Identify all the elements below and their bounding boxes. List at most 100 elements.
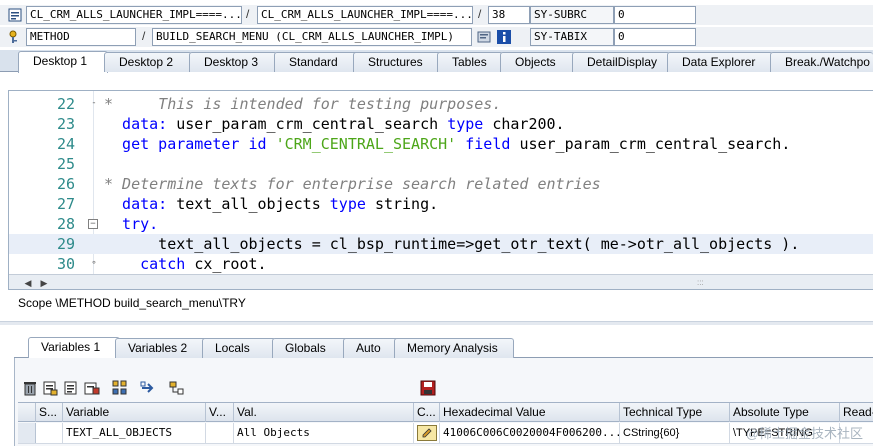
event-type-field[interactable]: METHOD — [26, 28, 136, 46]
tab-variables-2[interactable]: Variables 2 — [115, 338, 207, 358]
code-token: * This is intended for testing purposes. — [104, 95, 502, 113]
info-row-event: METHOD / BUILD_SEARCH_MENU (CL_CRM_ALLS_… — [0, 27, 873, 47]
tab-auto[interactable]: Auto — [343, 338, 399, 358]
code-line[interactable]: 30 ∘ catch cx_root. — [9, 254, 873, 274]
row-selector[interactable] — [18, 423, 36, 443]
table-row[interactable]: TEXT_ALL_OBJECTS All Objects 41006C006C0… — [18, 423, 873, 444]
code-line[interactable]: 29 text_all_objects = cl_bsp_runtime=>ge… — [9, 234, 873, 254]
header-value-change[interactable]: V... — [206, 403, 234, 422]
code-line[interactable]: 26 * Determine texts for enterprise searc… — [9, 174, 873, 194]
line-number: 30 — [56, 255, 75, 273]
code-line[interactable]: 22 - * This is intended for testing purpos… — [9, 94, 873, 114]
cell-variable[interactable]: TEXT_ALL_OBJECTS — [63, 423, 206, 443]
tab-desktop-3[interactable]: Desktop 3 — [189, 52, 277, 72]
navigate-icon[interactable] — [140, 380, 156, 396]
tab-structures[interactable]: Structures — [353, 52, 441, 72]
code-line[interactable]: 28 − try. — [9, 214, 873, 234]
cell-hex-value[interactable]: 41006C006C0020004F006200... — [440, 423, 620, 443]
header-row-selector[interactable] — [18, 403, 36, 422]
tab-standard[interactable]: Standard — [274, 52, 358, 72]
cell-status — [36, 423, 63, 443]
sy-subrc-value[interactable]: 0 — [614, 6, 696, 24]
code-line[interactable]: 25 — [9, 154, 873, 174]
sy-tabix-value[interactable]: 0 — [614, 28, 696, 46]
variables-table-header: S... Variable V... Val. C... Hexadecimal… — [18, 402, 873, 422]
tab-locals[interactable]: Locals — [202, 338, 276, 358]
cell-change — [414, 423, 440, 443]
horizontal-scrollbar[interactable]: ◀ ▶ ::: — [9, 274, 873, 289]
tab-detail-display[interactable]: DetailDisplay — [572, 52, 670, 72]
event-field[interactable]: BUILD_SEARCH_MENU (CL_CRM_ALLS_LAUNCHER_… — [152, 28, 472, 46]
code-token: text_all_objects — [176, 195, 330, 213]
pencil-icon[interactable] — [417, 425, 437, 441]
cell-value[interactable]: All Objects — [234, 423, 414, 443]
collapse-block-icon[interactable]: − — [88, 219, 98, 229]
cell-technical-type: CString{60} — [620, 423, 730, 443]
scroll-grip-icon[interactable]: ::: — [697, 279, 719, 287]
header-hex-value[interactable]: Hexadecimal Value — [440, 403, 620, 422]
code-token: user_param_crm_central_search. — [519, 135, 791, 153]
code-token: text_all_objects = cl_bsp_runtime=>get_o… — [104, 235, 800, 253]
code-token: try. — [104, 215, 159, 233]
code-line[interactable]: 23 data: user_param_crm_central_search t… — [9, 114, 873, 134]
include-field[interactable]: CL_CRM_ALLS_LAUNCHER_IMPL====... — [257, 6, 473, 24]
code-text: * Determine texts for enterprise search … — [104, 174, 601, 194]
splitter-bar[interactable] — [0, 321, 873, 325]
insert-row-icon[interactable] — [42, 380, 58, 396]
watermark: @稀土掘金技术社区 — [745, 426, 863, 441]
block-end-marker-icon: ∘ — [91, 258, 97, 268]
code-text: get parameter id 'CRM_CENTRAL_SEARCH' fi… — [104, 134, 790, 154]
delete-icon[interactable] — [22, 380, 38, 396]
save-icon[interactable] — [420, 380, 436, 396]
tab-desktop-1[interactable]: Desktop 1 — [18, 51, 108, 73]
program-field[interactable]: CL_CRM_ALLS_LAUNCHER_IMPL====... — [26, 6, 242, 24]
code-token: string. — [374, 195, 439, 213]
header-absolute-type[interactable]: Absolute Type — [730, 403, 840, 422]
header-variable[interactable]: Variable — [63, 403, 206, 422]
tab-variables-1[interactable]: Variables 1 — [28, 337, 120, 359]
header-status[interactable]: S... — [36, 403, 63, 422]
sy-tabix-label[interactable]: SY-TABIX — [530, 28, 614, 46]
scroll-right-icon[interactable]: ▶ — [37, 276, 51, 289]
code-token: data: — [104, 195, 177, 213]
info-row-program: CL_CRM_ALLS_LAUNCHER_IMPL====... / CL_CR… — [0, 5, 873, 25]
method-icon — [8, 30, 22, 44]
expand-structure-icon[interactable] — [112, 380, 128, 396]
code-line[interactable]: 27 data: text_all_objects type string. — [9, 194, 873, 214]
tab-memory-analysis[interactable]: Memory Analysis — [394, 338, 514, 358]
header-value[interactable]: Val. — [234, 403, 414, 422]
code-token: cx_root. — [194, 255, 267, 273]
code-token: char200. — [492, 115, 565, 133]
code-token: * Determine texts for enterprise search … — [104, 175, 601, 193]
code-token: type — [447, 115, 493, 133]
header-change[interactable]: C... — [414, 403, 440, 422]
code-line[interactable]: 24 get parameter id 'CRM_CENTRAL_SEARCH'… — [9, 134, 873, 154]
code-text: catch cx_root. — [104, 254, 267, 274]
tab-tables[interactable]: Tables — [437, 52, 503, 72]
tab-globals[interactable]: Globals — [272, 338, 348, 358]
info-icon[interactable] — [497, 30, 511, 44]
code-token: 'CRM_CENTRAL_SEARCH' — [275, 135, 466, 153]
line-number-field[interactable]: 38 — [488, 6, 530, 24]
tab-breakpoints-watchpoints[interactable]: Break./Watchpo — [770, 52, 873, 72]
tab-data-explorer[interactable]: Data Explorer — [667, 52, 773, 72]
source-code-editor[interactable]: 22 - * This is intended for testing purpos… — [8, 90, 873, 290]
hierarchy-icon[interactable] — [168, 380, 184, 396]
tab-objects[interactable]: Objects — [500, 52, 576, 72]
tab-desktop-2[interactable]: Desktop 2 — [104, 52, 192, 72]
code-token: catch — [104, 255, 195, 273]
header-technical-type[interactable]: Technical Type — [620, 403, 730, 422]
line-number: 22 — [56, 95, 75, 113]
scope-path: Scope \METHOD build_search_menu\TRY — [18, 296, 246, 310]
display-details-icon[interactable] — [63, 380, 79, 396]
scroll-left-icon[interactable]: ◀ — [21, 276, 35, 289]
code-token: type — [329, 195, 375, 213]
desktop-tabstrip: Desktop 1 Desktop 2 Desktop 3 Standard S… — [0, 50, 873, 73]
line-number: 29 — [56, 235, 75, 253]
header-read-only[interactable]: Read- — [840, 403, 873, 422]
code-token: field — [465, 135, 520, 153]
code-text: text_all_objects = cl_bsp_runtime=>get_o… — [104, 234, 799, 254]
sy-subrc-label[interactable]: SY-SUBRC — [530, 6, 614, 24]
display-source-icon[interactable] — [477, 30, 491, 44]
change-value-icon[interactable] — [84, 380, 100, 396]
